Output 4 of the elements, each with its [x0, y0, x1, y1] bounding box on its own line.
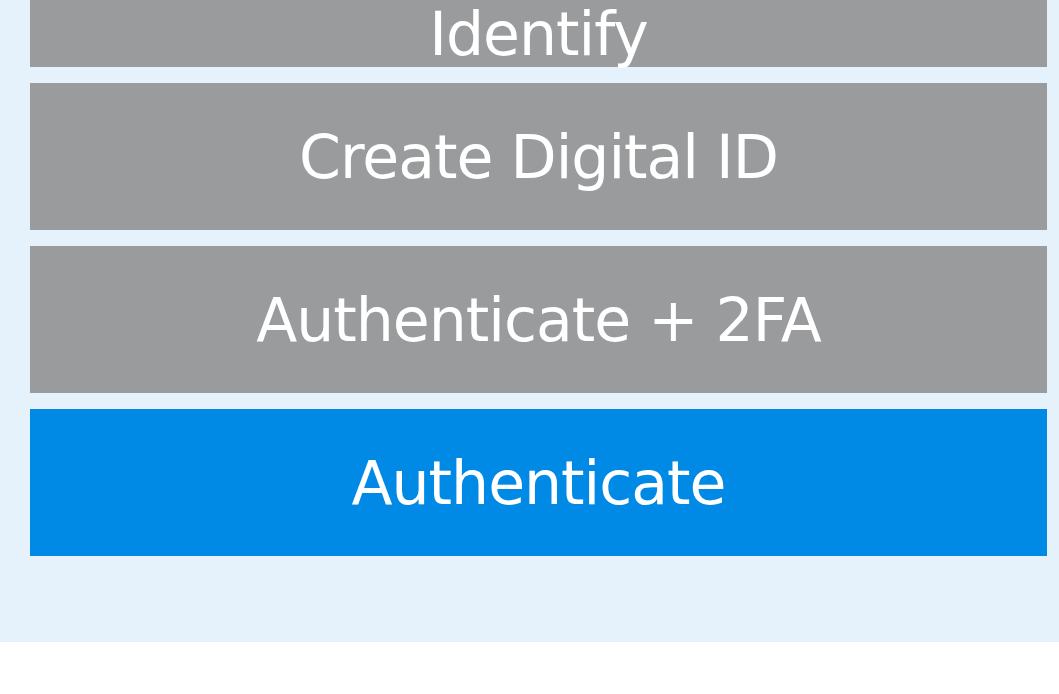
option-button[interactable]: Authenticate	[30, 409, 1047, 556]
option-button[interactable]: Authenticate + 2FA	[30, 246, 1047, 393]
option-button[interactable]: Create Digital ID	[30, 83, 1047, 230]
option-button[interactable]: Identify	[30, 0, 1047, 67]
